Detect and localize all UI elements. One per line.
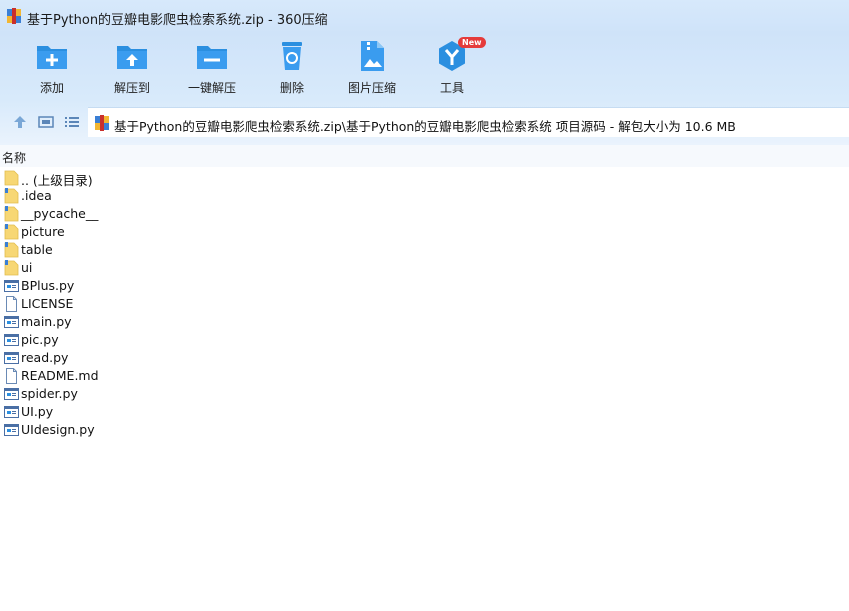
- list-item[interactable]: .idea: [0, 187, 849, 205]
- list-item[interactable]: spider.py: [0, 385, 849, 403]
- list-item[interactable]: __pycache__: [0, 205, 849, 223]
- list-item[interactable]: UIdesign.py: [0, 421, 849, 439]
- add-folder-icon: [37, 46, 67, 69]
- folder-icon: [4, 224, 19, 240]
- recycle-bin-icon: [282, 42, 302, 70]
- folder-icon: [4, 206, 19, 222]
- list-item[interactable]: pic.py: [0, 331, 849, 349]
- file-name: ui: [21, 260, 33, 275]
- list-item[interactable]: main.py: [0, 313, 849, 331]
- file-name: spider.py: [21, 386, 78, 401]
- python-file-icon: [4, 388, 19, 400]
- file-name: UIdesign.py: [21, 422, 95, 437]
- python-file-icon: [4, 334, 19, 346]
- list-item[interactable]: picture: [0, 223, 849, 241]
- list-view-icon[interactable]: [63, 113, 81, 131]
- one-click-extract-button[interactable]: 一键解压: [172, 39, 252, 97]
- python-file-icon: [4, 424, 19, 436]
- window-title: 基于Python的豆瓣电影爬虫检索系统.zip - 360压缩: [27, 13, 328, 28]
- file-name: README.md: [21, 368, 99, 383]
- archive-icon: [95, 115, 109, 131]
- toolbar: 添加 解压到 一键解压 删除 图片压缩 New 工具: [0, 33, 849, 100]
- folder-icon: [4, 242, 19, 258]
- column-header-name[interactable]: 名称: [0, 145, 849, 167]
- file-name: read.py: [21, 350, 69, 365]
- column-header-label: 名称: [2, 151, 27, 165]
- image-compress-icon: [361, 41, 384, 71]
- address-bar[interactable]: 基于Python的豆瓣电影爬虫检索系统.zip\基于Python的豆瓣电影爬虫检…: [88, 107, 849, 137]
- file-list: .. (上级目录) .idea __pycache__picture table ui B…: [0, 169, 849, 439]
- file-name: pic.py: [21, 332, 59, 347]
- archive-icon: [7, 8, 21, 24]
- file-name: picture: [21, 224, 65, 239]
- title-bar: 基于Python的豆瓣电影爬虫检索系统.zip - 360压缩: [0, 0, 849, 33]
- file-name: __pycache__: [21, 206, 99, 221]
- list-item[interactable]: README.md: [0, 367, 849, 385]
- list-item[interactable]: .. (上级目录): [0, 169, 849, 188]
- add-button[interactable]: 添加: [12, 39, 92, 97]
- file-icon: [6, 296, 17, 312]
- file-name: LICENSE: [21, 296, 74, 311]
- file-name: UI.py: [21, 404, 54, 419]
- address-path: 基于Python的豆瓣电影爬虫检索系统.zip\基于Python的豆瓣电影爬虫检…: [114, 119, 736, 134]
- python-file-icon: [4, 280, 19, 292]
- image-compress-button[interactable]: 图片压缩: [332, 39, 412, 97]
- list-item[interactable]: table: [0, 241, 849, 259]
- file-name: table: [21, 242, 53, 257]
- file-name: .idea: [21, 188, 52, 203]
- thumbnail-view-icon[interactable]: [37, 113, 55, 131]
- file-icon: [6, 368, 17, 384]
- list-item[interactable]: read.py: [0, 349, 849, 367]
- python-file-icon: [4, 352, 19, 364]
- list-item[interactable]: ui: [0, 259, 849, 277]
- python-file-icon: [4, 406, 19, 418]
- folder-icon: [4, 260, 19, 276]
- file-name: main.py: [21, 314, 72, 329]
- extract-to-icon: [117, 46, 147, 69]
- delete-button[interactable]: 删除: [252, 39, 332, 97]
- folder-icon: [4, 188, 19, 204]
- list-item[interactable]: BPlus.py: [0, 277, 849, 295]
- file-name: BPlus.py: [21, 278, 75, 293]
- tools-button[interactable]: New 工具: [412, 37, 492, 97]
- parent-folder-icon: [4, 170, 19, 186]
- new-badge: New: [458, 37, 486, 48]
- one-click-extract-icon: [197, 46, 227, 69]
- list-item[interactable]: LICENSE: [0, 295, 849, 313]
- up-arrow-icon[interactable]: [11, 113, 29, 131]
- list-item[interactable]: UI.py: [0, 403, 849, 421]
- python-file-icon: [4, 316, 19, 328]
- extract-to-button[interactable]: 解压到: [92, 39, 172, 97]
